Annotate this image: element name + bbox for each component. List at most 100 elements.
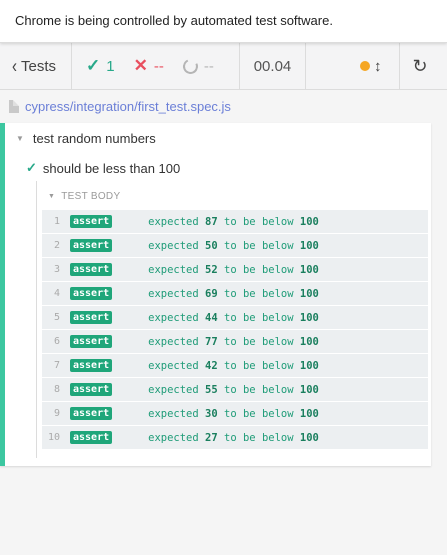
command-row[interactable]: 4 assert expected 69 to be below 100 — [42, 282, 428, 305]
message-prefix: expected — [148, 239, 206, 252]
command-message: expected 44 to be below 100 — [148, 312, 319, 324]
duration: 00.04 — [240, 43, 306, 89]
message-prefix: expected — [148, 263, 206, 276]
stats-bar: ‹ Tests ✓ 1 ✕ -- -- 00.04 ↕ ↻ — [0, 43, 447, 90]
actual-value: 27 — [205, 431, 218, 444]
command-number: 8 — [53, 384, 60, 395]
command-number: 5 — [53, 312, 60, 323]
auto-scroll-toggle[interactable]: ↕ — [306, 43, 400, 89]
assert-badge: assert — [70, 359, 113, 372]
reporter: ‹ Tests ✓ 1 ✕ -- -- 00.04 ↕ ↻ cypress/in… — [0, 43, 447, 555]
reload-button[interactable]: ↻ — [400, 43, 440, 89]
message-middle: to be below — [217, 311, 300, 324]
command-message: expected 55 to be below 100 — [148, 384, 319, 396]
reload-icon: ↻ — [412, 55, 428, 76]
limit-value: 100 — [299, 287, 319, 300]
command-message: expected 50 to be below 100 — [148, 240, 319, 252]
limit-value: 100 — [299, 383, 319, 396]
message-prefix: expected — [148, 215, 206, 228]
limit-value: 100 — [299, 215, 319, 228]
assert-badge: assert — [70, 383, 113, 396]
limit-value: 100 — [299, 359, 319, 372]
message-middle: to be below — [217, 263, 300, 276]
limit-value: 100 — [299, 407, 319, 420]
automation-banner-text: Chrome is being controlled by automated … — [15, 13, 333, 28]
assert-badge: assert — [70, 431, 113, 444]
message-prefix: expected — [148, 383, 206, 396]
command-row[interactable]: 6 assert expected 77 to be below 100 — [42, 330, 428, 353]
stats-counts: ✓ 1 ✕ -- -- — [72, 43, 240, 89]
suite-title: test random numbers — [32, 131, 156, 146]
test-title: should be less than 100 — [42, 160, 181, 176]
message-prefix: expected — [148, 359, 206, 372]
message-middle: to be below — [217, 215, 300, 228]
caret-down-icon: ▼ — [16, 134, 24, 143]
test-header[interactable]: ✓ should be less than 100 — [26, 160, 180, 176]
command-row[interactable]: 3 assert expected 52 to be below 100 — [42, 258, 428, 281]
assert-badge: assert — [70, 215, 113, 228]
circle-notch-icon — [180, 56, 200, 76]
arrows-vertical-icon: ↕ — [374, 57, 382, 75]
command-number: 1 — [53, 216, 60, 227]
command-row[interactable]: 10 assert expected 27 to be below 100 — [42, 426, 428, 449]
command-number: 6 — [53, 336, 60, 347]
message-middle: to be below — [217, 359, 300, 372]
check-icon: ✓ — [26, 160, 37, 175]
command-number: 9 — [53, 408, 60, 419]
command-log: ▼ TEST BODY 1 assert expected 87 to be bel… — [36, 181, 431, 458]
suite-header[interactable]: ▼ test random numbers — [16, 131, 156, 146]
message-middle: to be below — [217, 287, 300, 300]
command-number: 7 — [53, 360, 60, 371]
command-row[interactable]: 9 assert expected 30 to be below 100 — [42, 402, 428, 425]
message-prefix: expected — [148, 407, 206, 420]
assert-badge: assert — [70, 335, 113, 348]
file-icon — [9, 100, 19, 113]
command-message: expected 30 to be below 100 — [148, 408, 319, 420]
command-message: expected 77 to be below 100 — [148, 336, 319, 348]
assert-badge: assert — [70, 263, 113, 276]
command-row[interactable]: 2 assert expected 50 to be below 100 — [42, 234, 428, 257]
passed-count: 1 — [106, 57, 115, 75]
message-prefix: expected — [148, 335, 206, 348]
limit-value: 100 — [299, 263, 319, 276]
limit-value: 100 — [299, 431, 319, 444]
actual-value: 52 — [205, 263, 218, 276]
limit-value: 100 — [299, 311, 319, 324]
failed-stat: ✕ -- — [134, 56, 164, 76]
actual-value: 77 — [205, 335, 218, 348]
tests-button-label: Tests — [21, 57, 57, 75]
actual-value: 55 — [205, 383, 218, 396]
command-rows: 1 assert expected 87 to be below 100 2 asser… — [42, 210, 428, 450]
pending-stat: -- — [180, 56, 214, 76]
command-message: expected 42 to be below 100 — [148, 360, 319, 372]
limit-value: 100 — [299, 239, 319, 252]
spec-file-link[interactable]: cypress/integration/first_test.spec.js — [25, 99, 231, 114]
command-row[interactable]: 7 assert expected 42 to be below 100 — [42, 354, 428, 377]
suite-runnable: ▼ test random numbers ✓ should be less t… — [0, 123, 431, 466]
command-number: 10 — [47, 432, 60, 443]
command-row[interactable]: 1 assert expected 87 to be below 100 — [42, 210, 428, 233]
command-message: expected 52 to be below 100 — [148, 264, 319, 276]
actual-value: 44 — [205, 311, 218, 324]
actual-value: 87 — [205, 215, 218, 228]
message-middle: to be below — [217, 407, 300, 420]
message-prefix: expected — [148, 311, 206, 324]
command-message: expected 69 to be below 100 — [148, 288, 319, 300]
command-number: 2 — [53, 240, 60, 251]
chevron-left-icon: ‹ — [12, 54, 17, 78]
assert-badge: assert — [70, 239, 113, 252]
message-prefix: expected — [148, 287, 206, 300]
message-middle: to be below — [217, 431, 300, 444]
actual-value: 42 — [205, 359, 218, 372]
x-icon: ✕ — [133, 56, 148, 75]
command-row[interactable]: 5 assert expected 44 to be below 100 — [42, 306, 428, 329]
test-body-header[interactable]: ▼ TEST BODY — [48, 191, 120, 202]
assert-badge: assert — [70, 311, 113, 324]
limit-value: 100 — [299, 335, 319, 348]
failed-count: -- — [153, 57, 164, 75]
test-body-label: TEST BODY — [61, 191, 121, 202]
pending-count: -- — [203, 57, 214, 75]
tests-button[interactable]: ‹ Tests — [0, 43, 72, 89]
command-row[interactable]: 8 assert expected 55 to be below 100 — [42, 378, 428, 401]
command-number: 3 — [53, 264, 60, 275]
